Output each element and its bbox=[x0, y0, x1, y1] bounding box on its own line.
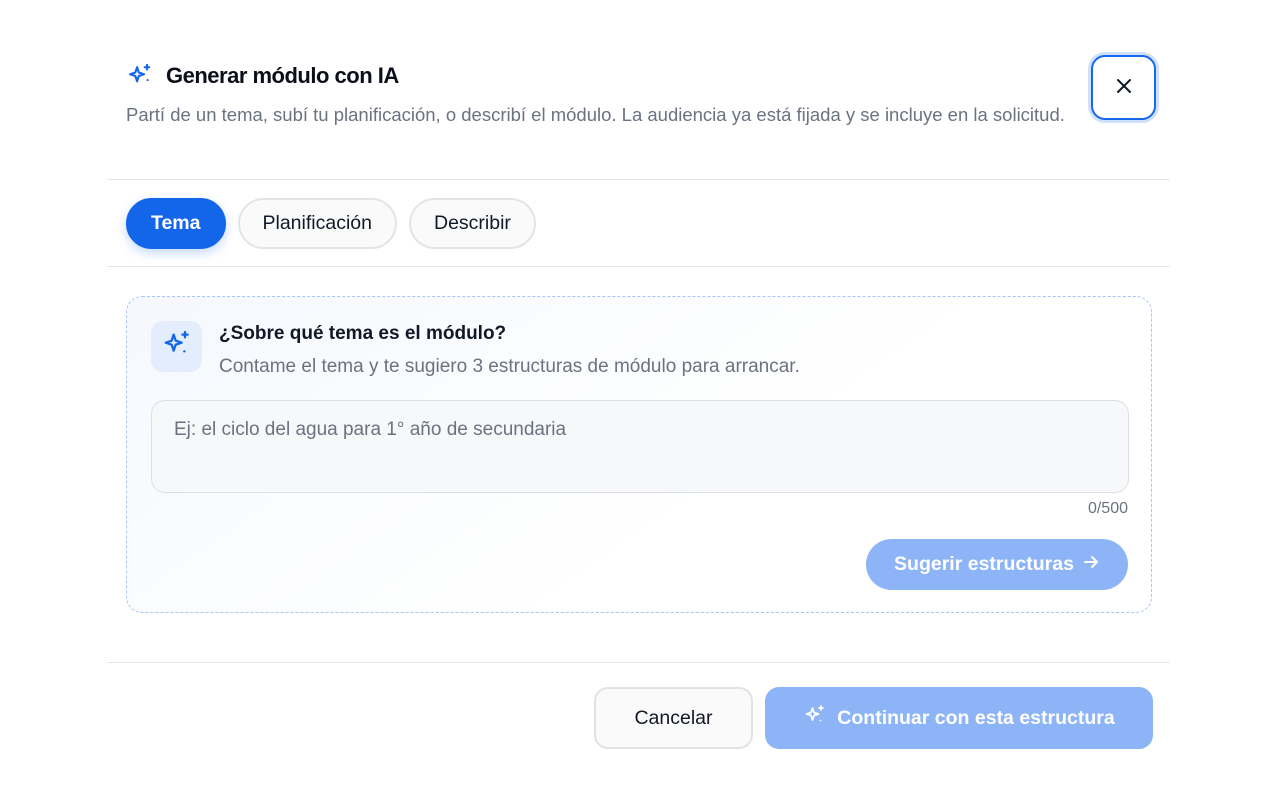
tab-describir[interactable]: Describir bbox=[408, 198, 536, 249]
mode-tabs: Tema Planificación Describir bbox=[126, 198, 536, 249]
card-icon-tile bbox=[151, 321, 202, 372]
continue-button-label: Continuar con esta estructura bbox=[837, 706, 1115, 729]
tabs-divider bbox=[107, 266, 1170, 267]
close-button[interactable] bbox=[1091, 55, 1156, 120]
header-divider bbox=[107, 179, 1170, 180]
tab-tema[interactable]: Tema bbox=[126, 198, 226, 249]
dialog-title: Generar módulo con IA bbox=[166, 63, 399, 88]
sparkles-icon bbox=[803, 703, 827, 733]
topic-card-title: ¿Sobre qué tema es el módulo? bbox=[219, 323, 507, 344]
sparkles-icon bbox=[126, 62, 154, 90]
arrow-right-icon bbox=[1082, 553, 1100, 577]
suggest-structures-button[interactable]: Sugerir estructuras bbox=[866, 539, 1128, 590]
close-icon bbox=[1115, 77, 1133, 98]
topic-input[interactable] bbox=[151, 400, 1129, 493]
topic-card: ¿Sobre qué tema es el módulo? Contame el… bbox=[126, 296, 1152, 613]
title-row: Generar módulo con IA bbox=[126, 60, 1076, 92]
tab-planificacion[interactable]: Planificación bbox=[237, 198, 397, 249]
topic-card-subtitle: Contame el tema y te sugiero 3 estructur… bbox=[219, 356, 800, 377]
cancel-button[interactable]: Cancelar bbox=[594, 687, 753, 749]
suggest-button-label: Sugerir estructuras bbox=[894, 553, 1074, 575]
footer-divider bbox=[107, 662, 1170, 663]
character-counter: 0/500 bbox=[1087, 500, 1128, 517]
sparkles-icon bbox=[161, 328, 193, 365]
dialog-subtitle: Partí de un tema, subí tu planificación,… bbox=[126, 104, 1065, 125]
dialog-header: Generar módulo con IA Partí de un tema, … bbox=[126, 60, 1076, 129]
continue-button[interactable]: Continuar con esta estructura bbox=[765, 687, 1153, 749]
generate-module-dialog: Generar módulo con IA Partí de un tema, … bbox=[0, 0, 1280, 800]
